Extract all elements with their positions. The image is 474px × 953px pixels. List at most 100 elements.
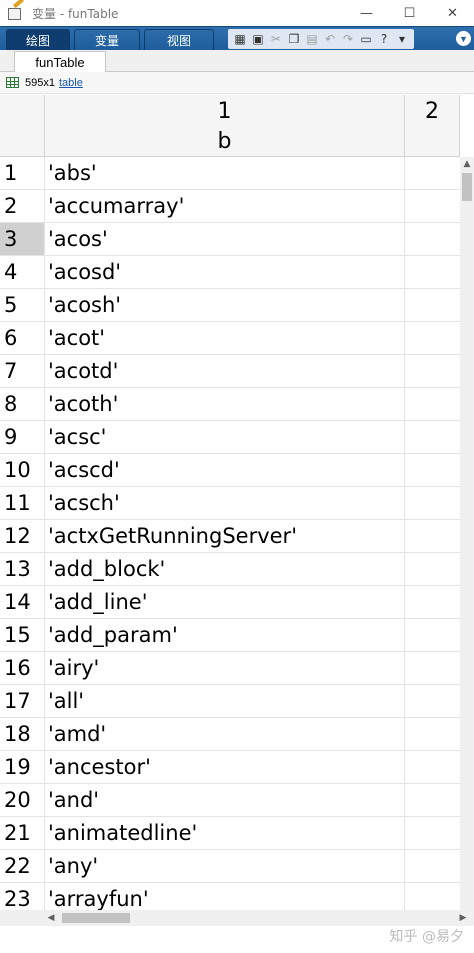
table-cell[interactable]: 'ancestor': [46, 751, 405, 783]
row-number[interactable]: 13: [0, 553, 45, 585]
table-row[interactable]: 3'acos': [0, 223, 460, 256]
minimize-button[interactable]: —: [345, 0, 388, 26]
table-row[interactable]: 4'acosd': [0, 256, 460, 289]
table-cell[interactable]: 'acscd': [46, 454, 405, 486]
redo-icon[interactable]: ↷: [339, 30, 357, 48]
row-number[interactable]: 10: [0, 454, 45, 486]
row-number[interactable]: 1: [0, 157, 45, 189]
more-icon[interactable]: ▾: [393, 30, 411, 48]
table-cell[interactable]: 'acsc': [46, 421, 405, 453]
tab-variable[interactable]: 变量: [74, 29, 140, 50]
row-number[interactable]: 5: [0, 289, 45, 321]
table-row[interactable]: 11'acsch': [0, 487, 460, 520]
copy-icon[interactable]: ❐: [285, 30, 303, 48]
scroll-up-arrow-icon[interactable]: ▲: [460, 157, 474, 171]
header-corner[interactable]: [0, 95, 45, 157]
toolstrip: 绘图 变量 视图 ▦ ▣ ✂ ❐ ▤ ↶ ↷ ▭ ? ▾ ▼: [0, 26, 474, 50]
table-row[interactable]: 1'abs': [0, 157, 460, 190]
table-cell[interactable]: 'acsch': [46, 487, 405, 519]
table-cell[interactable]: 'abs': [46, 157, 405, 189]
table-row[interactable]: 19'ancestor': [0, 751, 460, 784]
row-number[interactable]: 17: [0, 685, 45, 717]
paste-icon[interactable]: ▤: [303, 30, 321, 48]
table-cell[interactable]: 'actxGetRunningServer': [46, 520, 405, 552]
table-row[interactable]: 5'acosh': [0, 289, 460, 322]
maximize-button[interactable]: ☐: [388, 0, 431, 26]
table-cell[interactable]: 'add_param': [46, 619, 405, 651]
table-row[interactable]: 2'accumarray': [0, 190, 460, 223]
row-number[interactable]: 7: [0, 355, 45, 387]
table-cell[interactable]: 'airy': [46, 652, 405, 684]
table-row[interactable]: 21'animatedline': [0, 817, 460, 850]
cut-icon[interactable]: ✂: [267, 30, 285, 48]
bottom-strip: 知乎 @易夕: [0, 926, 474, 953]
row-number[interactable]: 11: [0, 487, 45, 519]
table-row[interactable]: 12'actxGetRunningServer': [0, 520, 460, 553]
table-cell[interactable]: 'all': [46, 685, 405, 717]
column-header-2[interactable]: 2: [405, 95, 460, 157]
table-cell[interactable]: 'acotd': [46, 355, 405, 387]
row-number[interactable]: 2: [0, 190, 45, 222]
row-number[interactable]: 18: [0, 718, 45, 750]
row-number[interactable]: 15: [0, 619, 45, 651]
table-cell[interactable]: 'acoth': [46, 388, 405, 420]
tab-funtable[interactable]: funTable: [14, 51, 106, 72]
row-number[interactable]: 4: [0, 256, 45, 288]
table-cell[interactable]: 'acosh': [46, 289, 405, 321]
row-number[interactable]: 12: [0, 520, 45, 552]
table-cell[interactable]: 'accumarray': [46, 190, 405, 222]
row-number[interactable]: 20: [0, 784, 45, 816]
table-row[interactable]: 17'all': [0, 685, 460, 718]
table-cell[interactable]: 'animatedline': [46, 817, 405, 849]
table-row[interactable]: 15'add_param': [0, 619, 460, 652]
switch-windows-icon[interactable]: ▭: [357, 30, 375, 48]
undo-icon[interactable]: ↶: [321, 30, 339, 48]
close-button[interactable]: ✕: [431, 0, 474, 26]
class-link[interactable]: table: [59, 77, 83, 89]
scroll-right-arrow-icon[interactable]: ▶: [456, 911, 470, 925]
column-header-1[interactable]: 1 b: [45, 95, 405, 157]
watermark: 知乎 @易夕: [389, 929, 464, 945]
table-row[interactable]: 20'and': [0, 784, 460, 817]
new-variable-icon[interactable]: ▦: [231, 30, 249, 48]
table-row[interactable]: 10'acscd': [0, 454, 460, 487]
row-number[interactable]: 3: [0, 223, 45, 255]
table-cell[interactable]: 'amd': [46, 718, 405, 750]
table-cell[interactable]: 'add_line': [46, 586, 405, 618]
column-number: 2: [425, 99, 439, 124]
chevron-down-icon[interactable]: ▼: [456, 31, 471, 46]
table-cell[interactable]: 'acot': [46, 322, 405, 354]
column-header-row: 1 b 2: [0, 95, 460, 157]
row-number[interactable]: 9: [0, 421, 45, 453]
help-icon[interactable]: ?: [375, 30, 393, 48]
table-row[interactable]: 13'add_block': [0, 553, 460, 586]
row-number[interactable]: 16: [0, 652, 45, 684]
table-cell[interactable]: 'acos': [46, 223, 405, 255]
horizontal-scrollbar[interactable]: ◀ ▶: [0, 910, 474, 926]
tab-view[interactable]: 视图: [144, 29, 214, 50]
save-icon[interactable]: ▣: [249, 30, 267, 48]
vertical-scroll-thumb[interactable]: [462, 173, 472, 201]
table-row[interactable]: 14'add_line': [0, 586, 460, 619]
row-number[interactable]: 19: [0, 751, 45, 783]
table-row[interactable]: 7'acotd': [0, 355, 460, 388]
vertical-scrollbar[interactable]: ▲ ▼: [460, 157, 474, 930]
scroll-left-arrow-icon[interactable]: ◀: [44, 911, 58, 925]
table-row[interactable]: 9'acsc': [0, 421, 460, 454]
row-number[interactable]: 21: [0, 817, 45, 849]
table-cell[interactable]: 'acosd': [46, 256, 405, 288]
table-row[interactable]: 6'acot': [0, 322, 460, 355]
table-cell[interactable]: 'any': [46, 850, 405, 882]
tab-plots[interactable]: 绘图: [6, 29, 70, 50]
table-cell[interactable]: 'add_block': [46, 553, 405, 585]
table-row[interactable]: 8'acoth': [0, 388, 460, 421]
table-cell[interactable]: 'and': [46, 784, 405, 816]
table-row[interactable]: 22'any': [0, 850, 460, 883]
table-row[interactable]: 16'airy': [0, 652, 460, 685]
row-number[interactable]: 8: [0, 388, 45, 420]
row-number[interactable]: 22: [0, 850, 45, 882]
row-number[interactable]: 6: [0, 322, 45, 354]
row-number[interactable]: 14: [0, 586, 45, 618]
horizontal-scroll-thumb[interactable]: [62, 913, 130, 923]
table-row[interactable]: 18'amd': [0, 718, 460, 751]
